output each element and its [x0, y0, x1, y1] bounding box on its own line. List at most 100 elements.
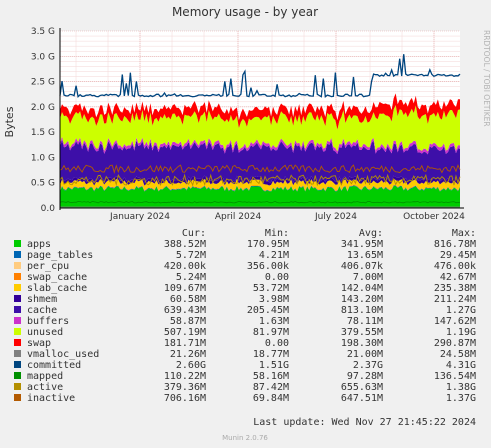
x-tick-label: April 2024	[215, 212, 262, 222]
legend-label-buffers: buffers	[27, 316, 69, 327]
legend-swatch-active	[14, 383, 21, 390]
legend-label-page_tables: page_tables	[27, 250, 93, 261]
y-tick-label: 1.0 G	[31, 153, 55, 163]
legend-value-min: 58.16M	[253, 371, 289, 382]
legend-value-avg: 13.65M	[347, 250, 383, 261]
legend-value-min: 0.00	[265, 338, 289, 349]
legend-value-min: 69.84M	[253, 393, 289, 404]
legend-value-cur: 639.43M	[164, 305, 206, 316]
legend-value-max: 136.54M	[434, 371, 476, 382]
legend-value-cur: 5.72M	[176, 250, 206, 261]
legend-value-max: 1.19G	[446, 327, 476, 338]
legend-value-max: 4.31G	[446, 360, 476, 371]
legend-label-shmem: shmem	[27, 294, 57, 305]
legend-label-vmalloc_used: vmalloc_used	[27, 349, 99, 360]
legend-value-max: 816.78M	[434, 239, 476, 250]
legend-value-max: 24.58M	[440, 349, 476, 360]
legend-value-min: 4.21M	[259, 250, 289, 261]
legend-value-avg: 406.07k	[341, 261, 383, 272]
legend-value-min: 87.42M	[253, 382, 289, 393]
legend-value-cur: 110.22M	[164, 371, 206, 382]
legend-value-min: 53.72M	[253, 283, 289, 294]
legend-column-header: Min:	[265, 228, 289, 239]
legend-value-max: 476.00k	[434, 261, 476, 272]
legend-value-avg: 198.30M	[341, 338, 383, 349]
legend-label-swap: swap	[27, 338, 51, 349]
legend-value-max: 42.67M	[440, 272, 476, 283]
legend-swatch-committed	[14, 361, 21, 368]
legend-value-min: 1.63M	[259, 316, 289, 327]
legend-value-cur: 181.71M	[164, 338, 206, 349]
legend-value-cur: 60.58M	[170, 294, 206, 305]
chart-title: Memory usage - by year	[172, 5, 318, 19]
legend-label-committed: committed	[27, 360, 81, 371]
legend-value-avg: 647.51M	[341, 393, 383, 404]
y-axis-label: Bytes	[3, 106, 16, 137]
legend-value-min: 205.45M	[247, 305, 289, 316]
legend-value-avg: 142.04M	[341, 283, 383, 294]
legend-value-min: 170.95M	[247, 239, 289, 250]
legend-value-cur: 379.36M	[164, 382, 206, 393]
legend-label-per_cpu: per_cpu	[27, 261, 69, 272]
legend-value-cur: 420.00k	[164, 261, 206, 272]
legend-value-avg: 813.10M	[341, 305, 383, 316]
legend-column-header: Cur:	[182, 228, 206, 239]
legend-value-min: 81.97M	[253, 327, 289, 338]
legend-swatch-apps	[14, 240, 21, 247]
x-tick-label: October 2024	[403, 212, 465, 222]
legend-value-max: 1.27G	[446, 305, 476, 316]
y-tick-label: 2.5 G	[31, 78, 55, 88]
legend-swatch-page_tables	[14, 251, 21, 258]
legend-value-avg: 655.63M	[341, 382, 383, 393]
legend-value-avg: 21.00M	[347, 349, 383, 360]
legend-value-avg: 143.20M	[341, 294, 383, 305]
footer-version: Munin 2.0.76	[222, 434, 268, 442]
legend-value-min: 3.98M	[259, 294, 289, 305]
legend-value-max: 211.24M	[434, 294, 476, 305]
legend-swatch-mapped	[14, 372, 21, 379]
legend-value-cur: 58.87M	[170, 316, 206, 327]
legend-column-header: Max:	[452, 228, 476, 239]
legend-label-unused: unused	[27, 327, 63, 338]
legend-label-active: active	[27, 382, 63, 393]
legend-swatch-per_cpu	[14, 262, 21, 269]
legend-value-cur: 5.24M	[176, 272, 206, 283]
legend-value-cur: 507.19M	[164, 327, 206, 338]
y-tick-label: 1.5 G	[31, 128, 55, 138]
legend: Cur: Min: Avg: Max: apps 388.52M 170.95M 341.95…	[14, 228, 476, 404]
legend-value-avg: 97.28M	[347, 371, 383, 382]
legend-value-min: 1.51G	[259, 360, 289, 371]
legend-value-avg: 2.37G	[353, 360, 383, 371]
legend-label-mapped: mapped	[27, 371, 63, 382]
legend-value-avg: 341.95M	[341, 239, 383, 250]
legend-value-min: 0.00	[265, 272, 289, 283]
legend-label-apps: apps	[27, 239, 51, 250]
legend-label-slab_cache: slab_cache	[27, 283, 87, 294]
y-tick-label: 3.5 G	[31, 27, 55, 37]
legend-value-min: 356.00k	[247, 261, 289, 272]
legend-value-min: 18.77M	[253, 349, 289, 360]
legend-swatch-cache	[14, 306, 21, 313]
legend-value-max: 147.62M	[434, 316, 476, 327]
legend-value-avg: 379.55M	[341, 327, 383, 338]
y-tick-label: 0.0	[41, 204, 56, 214]
legend-value-cur: 706.16M	[164, 393, 206, 404]
legend-value-cur: 109.67M	[164, 283, 206, 294]
last-update: Last update: Wed Nov 27 21:45:22 2024	[253, 417, 476, 428]
legend-label-swap_cache: swap_cache	[27, 272, 87, 283]
memory-chart: Memory usage - by year RRDTOOL / TOBI OE…	[3, 5, 491, 442]
legend-value-max: 1.38G	[446, 382, 476, 393]
legend-label-cache: cache	[27, 305, 57, 316]
legend-value-max: 1.37G	[446, 393, 476, 404]
legend-swatch-buffers	[14, 317, 21, 324]
legend-swatch-swap	[14, 339, 21, 346]
legend-value-max: 235.38M	[434, 283, 476, 294]
legend-swatch-inactive	[14, 394, 21, 401]
legend-value-avg: 7.00M	[353, 272, 383, 283]
x-tick-label: July 2024	[314, 212, 357, 222]
legend-column-header: Avg:	[359, 228, 383, 239]
legend-value-max: 290.87M	[434, 338, 476, 349]
legend-value-max: 29.45M	[440, 250, 476, 261]
legend-swatch-swap_cache	[14, 273, 21, 280]
x-tick-label: January 2024	[109, 212, 170, 222]
